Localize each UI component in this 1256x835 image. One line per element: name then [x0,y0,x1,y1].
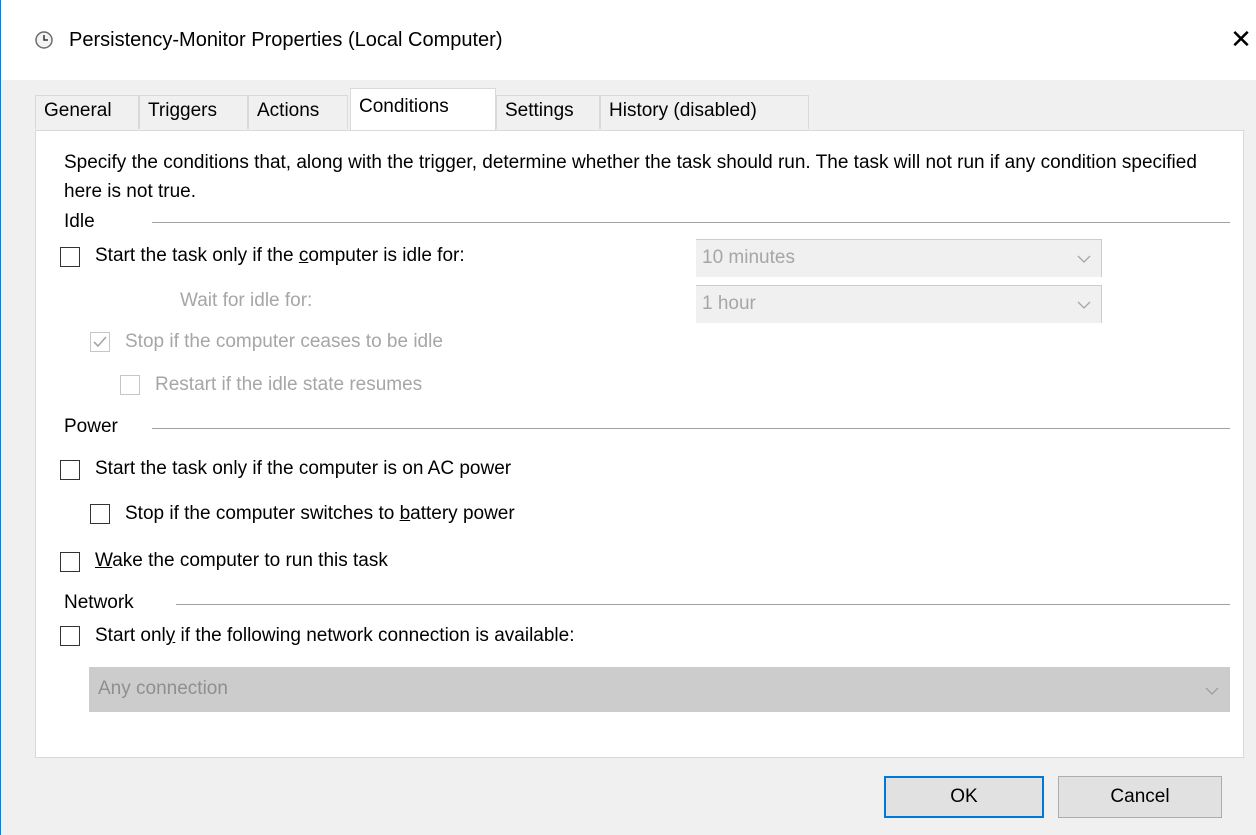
wait-idle-value: 1 hour [702,293,756,314]
network-group-divider [176,604,1230,605]
properties-dialog: Persistency-Monitor Properties (Local Co… [0,0,1256,835]
network-start-checkbox[interactable] [60,626,80,646]
checkmark-icon [93,336,107,348]
wake-computer-checkbox[interactable] [60,552,80,572]
conditions-description: Specify the conditions that, along with … [64,152,1197,202]
network-start-label: Start only if the following network conn… [95,625,575,646]
restart-if-resumes-label: Restart if the idle state resumes [155,374,423,395]
tab-general[interactable]: General [35,95,139,129]
cancel-button[interactable]: Cancel [1058,776,1222,818]
restart-if-resumes-checkbox[interactable] [120,375,140,395]
clock-icon [35,31,53,49]
tab-settings[interactable]: Settings [496,95,600,129]
network-group-label: Network [64,592,134,613]
close-icon[interactable]: ✕ [1225,22,1256,58]
ac-power-label: Start the task only if the computer is o… [95,458,512,479]
idle-start-label: Start the task only if the computer is i… [95,245,465,266]
tab-history[interactable]: History (disabled) [600,95,809,129]
wake-computer-label: Wake the computer to run this task [95,550,388,571]
title-bar: Persistency-Monitor Properties (Local Co… [1,0,1256,80]
network-connection-combo[interactable]: Any connection [89,667,1230,712]
window-title: Persistency-Monitor Properties (Local Co… [69,29,503,51]
wait-idle-label: Wait for idle for: [180,290,313,311]
battery-stop-label: Stop if the computer switches to battery… [125,503,515,524]
power-group-label: Power [64,416,118,437]
stop-if-ceases-checkbox[interactable] [90,332,110,352]
battery-stop-checkbox[interactable] [90,504,110,524]
idle-group-label: Idle [64,211,95,232]
wait-idle-combo[interactable]: 1 hour [696,285,1102,323]
idle-group-divider [152,222,1230,223]
idle-start-checkbox[interactable] [60,247,80,267]
chevron-down-icon [1205,687,1219,695]
conditions-panel: Specify the conditions that, along with … [35,130,1244,758]
chevron-down-icon [1077,255,1091,263]
chevron-down-icon [1077,301,1091,309]
stop-if-ceases-label: Stop if the computer ceases to be idle [125,331,443,352]
power-group-divider [152,428,1230,429]
tab-actions[interactable]: Actions [248,95,348,129]
ok-button[interactable]: OK [884,776,1044,818]
tab-triggers[interactable]: Triggers [139,95,248,129]
ac-power-checkbox[interactable] [60,460,80,480]
idle-duration-combo[interactable]: 10 minutes [696,239,1102,277]
idle-duration-value: 10 minutes [702,247,795,268]
tab-conditions[interactable]: Conditions [350,88,496,130]
network-connection-value: Any connection [98,678,228,699]
